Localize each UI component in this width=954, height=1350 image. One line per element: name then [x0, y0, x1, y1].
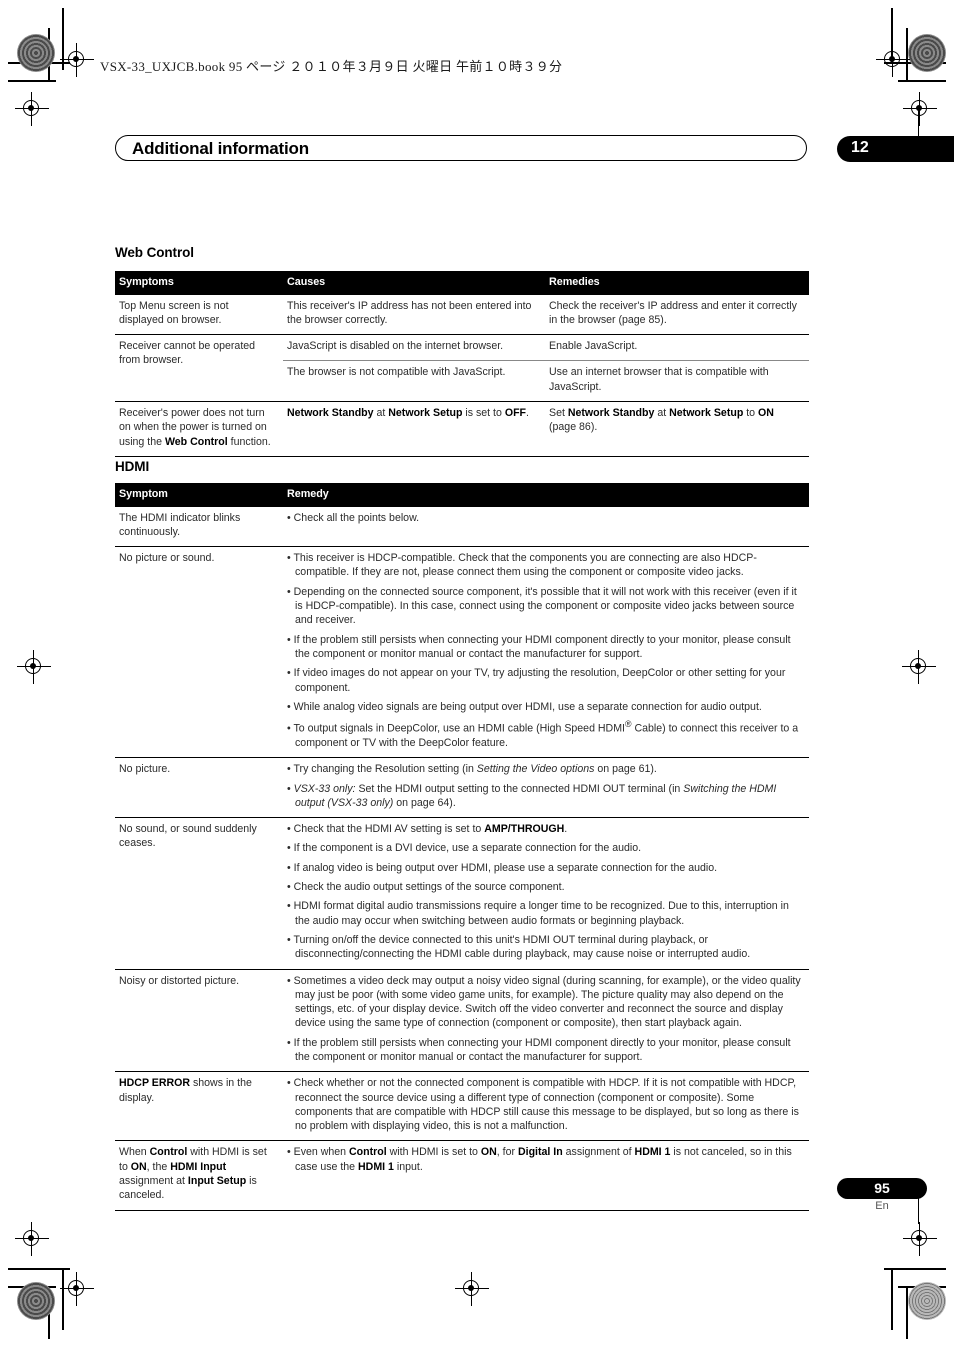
remedy-bullet: • Try changing the Resolution setting (i… — [287, 763, 657, 776]
chapter-number-tab: 12 — [837, 136, 954, 162]
remedy-bullet: • To output signals in DeepColor, use an… — [287, 719, 799, 749]
cell-symptom: Receiver cannot be operated from browser… — [115, 334, 283, 402]
page-language-code: En — [875, 1200, 889, 1212]
cell-remedy: Set Network Standby at Network Setup to … — [545, 401, 809, 457]
cell-remedy: • Check that the HDMI AV setting is set … — [283, 817, 809, 970]
cell-remedy: • Check all the points below. — [283, 505, 809, 547]
remedy-bullet: • Sometimes a video deck may output a no… — [287, 974, 801, 1030]
document-page: VSX-33_UXJCB.book 95 ページ ２０１０年３月９日 火曜日 午… — [0, 0, 954, 1350]
remedy-bullet: • While analog video signals are being o… — [287, 700, 762, 713]
table-row: Top Menu screen is not displayed on brow… — [115, 293, 809, 335]
remedy-bullet: • This receiver is HDCP-compatible. Chec… — [287, 552, 757, 579]
remedy-bullet: • If analog video is being output over H… — [287, 861, 718, 874]
cell-symptom: The HDMI indicator blinks continuously. — [115, 505, 283, 547]
remedy-bullet: • Check that the HDMI AV setting is set … — [287, 823, 568, 836]
cell-remedy: • Check whether or not the connected com… — [283, 1071, 809, 1141]
cell-symptom: HDCP ERROR shows in the display. — [115, 1071, 283, 1141]
density-patch-bottom-right — [908, 1282, 946, 1320]
page-number: 95 — [874, 1180, 890, 1196]
table-row: No picture. • Try changing the Resolution… — [115, 757, 809, 818]
cell-symptom: No picture or sound. — [115, 546, 283, 758]
table-row: HDCP ERROR shows in the display. • Check … — [115, 1071, 809, 1141]
cell-cause: The browser is not compatible with JavaS… — [283, 360, 545, 402]
registration-mark-bottom-center — [455, 1272, 489, 1306]
page-title: Additional information — [132, 139, 309, 158]
cell-remedy: • Sometimes a video deck may output a no… — [283, 968, 809, 1072]
table-row: When Control with HDMI is set to ON, the… — [115, 1140, 809, 1211]
crop-mark-bl-h — [8, 1268, 70, 1270]
registration-mark-mid-right — [902, 650, 936, 684]
cell-symptom: Top Menu screen is not displayed on brow… — [115, 293, 283, 335]
remedy-bullet: • Check whether or not the connected com… — [287, 1077, 799, 1133]
cell-remedy: • Even when Control with HDMI is set to … — [283, 1140, 809, 1211]
crop-mark-br-h — [884, 1268, 946, 1270]
registration-mark-top-left — [60, 43, 94, 77]
density-patch-bottom-left — [17, 1282, 55, 1320]
cell-cause: JavaScript is disabled on the internet b… — [283, 334, 545, 361]
cell-symptom: Receiver's power does not turn on when t… — [115, 401, 283, 457]
remedy-bullet: • If the problem still persists when con… — [287, 1036, 791, 1063]
table-row: Receiver cannot be operated from browser… — [115, 334, 809, 402]
crop-mark-br-v — [891, 1268, 893, 1330]
cell-symptom: No sound, or sound suddenly ceases. — [115, 817, 283, 970]
table-row: No sound, or sound suddenly ceases. • Che… — [115, 817, 809, 970]
column-header-symptoms: Symptoms — [115, 271, 283, 295]
registration-mark-bottom-left-lower — [60, 1272, 94, 1306]
remedy-bullet: • If the component is a DVI device, use … — [287, 842, 642, 855]
chapter-tab-tick — [918, 110, 919, 138]
cell-symptom: When Control with HDMI is set to ON, the… — [115, 1140, 283, 1211]
cell-remedy: Enable JavaScript. — [545, 334, 809, 361]
table-hdmi: Symptom Remedy The HDMI indicator blinks… — [115, 483, 809, 1211]
registration-mark-top-right — [876, 43, 910, 77]
table-row: Receiver's power does not turn on when t… — [115, 401, 809, 457]
table-bottom-rule — [115, 456, 809, 457]
cell-cause: This receiver's IP address has not been … — [283, 293, 545, 335]
column-header-remedy: Remedy — [283, 483, 809, 507]
cell-remedy: • Try changing the Resolution setting (i… — [283, 757, 809, 818]
registration-mark-top-right-lower — [903, 92, 937, 126]
column-header-remedies: Remedies — [545, 271, 809, 295]
table-bottom-rule — [115, 1209, 809, 1211]
remedy-bullet: • If the problem still persists when con… — [287, 633, 791, 660]
chapter-title-bar: Additional information — [115, 135, 807, 161]
density-patch-top-left — [17, 34, 55, 72]
table-web-control: Symptoms Causes Remedies Top Menu screen… — [115, 271, 809, 457]
cell-symptom: No picture. — [115, 757, 283, 818]
print-header-line: VSX-33_UXJCB.book 95 ページ ２０１０年３月９日 火曜日 午… — [100, 59, 563, 74]
remedy-bullet: • Check all the points below. — [287, 511, 420, 524]
remedy-bullet: • Depending on the connected source comp… — [287, 585, 797, 627]
cell-remedy: Use an internet browser that is compatib… — [545, 360, 809, 402]
remedy-bullet: • If video images do not appear on your … — [287, 667, 786, 694]
column-header-symptom: Symptom — [115, 483, 283, 507]
chapter-number: 12 — [851, 139, 869, 156]
page-number-badge: 95 — [837, 1178, 927, 1199]
column-header-causes: Causes — [283, 271, 545, 295]
cell-cause: Network Standby at Network Setup is set … — [283, 401, 545, 457]
table-row: No picture or sound. • This receiver is H… — [115, 546, 809, 758]
remedy-bullet: • HDMI format digital audio transmission… — [287, 900, 789, 927]
remedy-bullet: • VSX-33 only: Set the HDMI output setti… — [287, 782, 777, 809]
cell-remedy: Check the receiver's IP address and ente… — [545, 293, 809, 335]
section-heading-web-control: Web Control — [115, 245, 194, 260]
registration-mark-mid-left — [17, 650, 51, 684]
registration-mark-top-left-lower — [15, 92, 49, 126]
remedy-bullet: • Even when Control with HDMI is set to … — [287, 1146, 792, 1173]
registration-mark-bottom-left — [15, 1222, 49, 1256]
table-header-row: Symptom Remedy — [115, 483, 809, 507]
remedy-bullet: • Turning on/off the device connected to… — [287, 933, 751, 961]
cell-remedy: • This receiver is HDCP-compatible. Chec… — [283, 546, 809, 758]
table-row: The HDMI indicator blinks continuously. •… — [115, 505, 809, 547]
registration-mark-bottom-right — [903, 1222, 937, 1256]
table-row: Noisy or distorted picture. • Sometimes a… — [115, 968, 809, 1072]
section-heading-hdmi: HDMI — [115, 459, 150, 474]
table-body-hdmi: The HDMI indicator blinks continuously. •… — [115, 505, 809, 1211]
remedy-bullet: • Check the audio output settings of the… — [287, 881, 565, 894]
cell-symptom: Noisy or distorted picture. — [115, 968, 283, 1072]
density-patch-top-right — [908, 34, 946, 72]
table-header-row: Symptoms Causes Remedies — [115, 271, 809, 295]
crop-mark-br2-v — [906, 1286, 908, 1339]
